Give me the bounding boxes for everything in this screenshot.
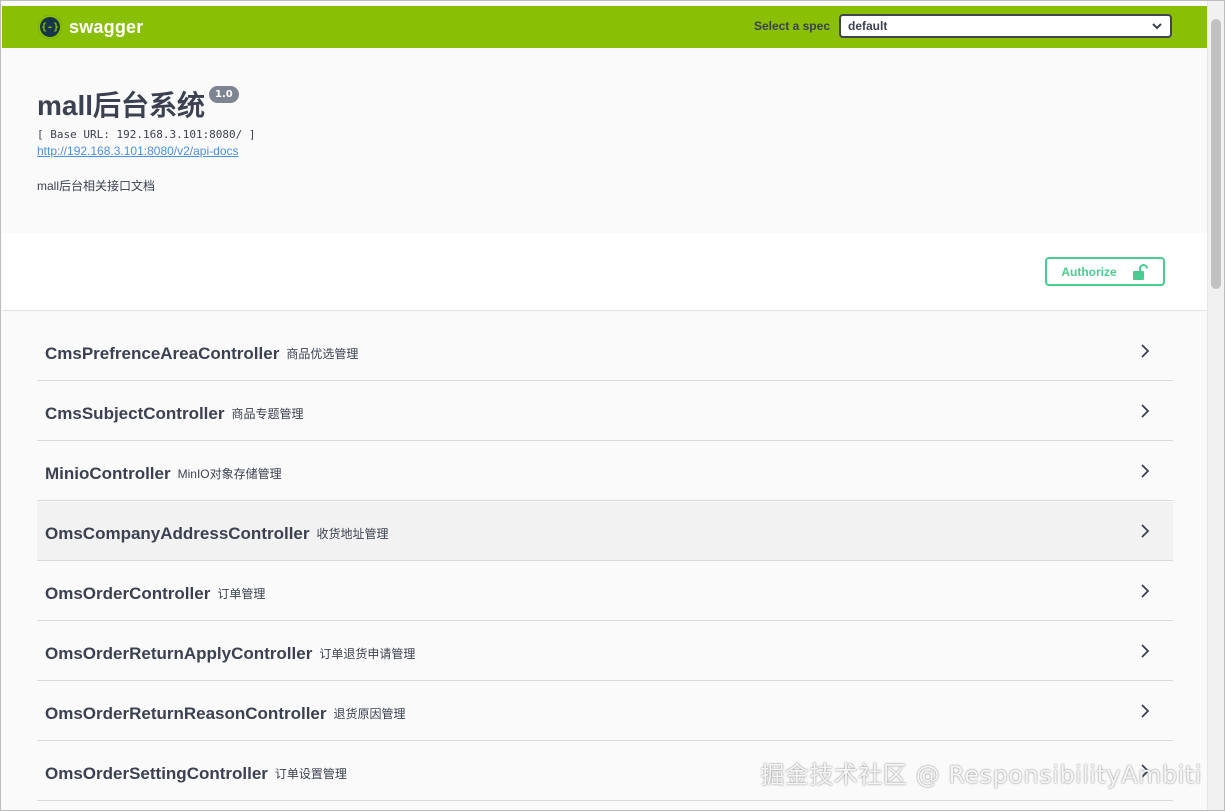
swagger-brand[interactable]: {-} swagger bbox=[38, 15, 143, 39]
title-row: mall后台系统 1.0 bbox=[37, 86, 239, 122]
tag-section[interactable]: CmsSubjectController 商品专题管理 bbox=[37, 382, 1173, 441]
chevron-right-icon bbox=[1141, 464, 1150, 478]
tag-name: OmsOrderController bbox=[45, 584, 211, 603]
chevron-down-icon bbox=[1152, 16, 1162, 43]
top-bar: {-} swagger Select a spec default bbox=[2, 6, 1208, 48]
spec-select[interactable]: default bbox=[839, 14, 1172, 38]
api-description: mall后台相关接口文档 bbox=[37, 179, 156, 193]
tag-description: 商品专题管理 bbox=[231, 406, 304, 421]
scheme-container: Authorize bbox=[2, 233, 1208, 311]
api-docs-link[interactable]: http://192.168.3.101:8080/v2/api-docs bbox=[37, 144, 239, 158]
tag-name: MinioController bbox=[45, 464, 171, 483]
tag-name: CmsPrefrenceAreaController bbox=[45, 344, 280, 363]
chevron-right-icon bbox=[1141, 644, 1150, 658]
spec-selector: Select a spec default bbox=[754, 14, 1172, 38]
tag-name: OmsOrderReturnApplyController bbox=[45, 644, 313, 663]
tag-section[interactable]: MinioController MinIO对象存储管理 bbox=[37, 442, 1173, 501]
tag-name: OmsOrderSettingController bbox=[45, 764, 268, 783]
swagger-window: {-} swagger Select a spec default mall后台… bbox=[0, 0, 1225, 811]
api-info: mall后台系统 1.0 [ Base URL: 192.168.3.101:8… bbox=[2, 48, 1208, 233]
brand-name: swagger bbox=[69, 16, 144, 37]
chevron-right-icon bbox=[1141, 704, 1150, 718]
scrollbar-thumb[interactable] bbox=[1211, 19, 1221, 289]
tag-name: CmsSubjectController bbox=[45, 404, 225, 423]
tag-section[interactable]: OmsOrderController 订单管理 bbox=[37, 562, 1173, 621]
tag-section[interactable]: OmsCompanyAddressController 收货地址管理 bbox=[37, 502, 1173, 561]
tag-name: OmsCompanyAddressController bbox=[45, 524, 310, 543]
vertical-scrollbar[interactable] bbox=[1207, 1, 1224, 810]
unlock-icon bbox=[1131, 263, 1149, 280]
chevron-right-icon bbox=[1141, 584, 1150, 598]
tag-section[interactable]: CmsPrefrenceAreaController 商品优选管理 bbox=[37, 322, 1173, 381]
tag-description: 订单退货申请管理 bbox=[319, 646, 416, 661]
spec-label: Select a spec bbox=[753, 19, 830, 33]
swagger-logo-icon: {-} bbox=[38, 15, 62, 39]
tag-description: 商品优选管理 bbox=[286, 346, 359, 361]
authorize-button[interactable]: Authorize bbox=[1045, 257, 1165, 286]
tag-description: 订单设置管理 bbox=[274, 766, 347, 781]
tag-section[interactable]: OmsOrderReturnApplyController 订单退货申请管理 bbox=[37, 622, 1173, 681]
tag-list: CmsPrefrenceAreaController 商品优选管理 CmsSub… bbox=[37, 322, 1173, 802]
tag-section[interactable]: OmsOrderReturnReasonController 退货原因管理 bbox=[37, 682, 1173, 741]
tag-description: 退货原因管理 bbox=[333, 706, 406, 721]
tag-description: 收货地址管理 bbox=[316, 526, 389, 541]
authorize-label: Authorize bbox=[1061, 264, 1117, 279]
chevron-right-icon bbox=[1141, 524, 1150, 538]
chevron-right-icon bbox=[1141, 404, 1150, 418]
tag-description: MinIO对象存储管理 bbox=[177, 466, 282, 481]
tag-name: OmsOrderReturnReasonController bbox=[45, 704, 327, 723]
base-url: [ Base URL: 192.168.3.101:8080/ ] bbox=[37, 128, 256, 141]
tag-description: 订单管理 bbox=[217, 586, 266, 601]
watermark: 掘金技术社区 @ ResponsibilityAmbiti bbox=[760, 761, 1202, 789]
version-badge: 1.0 bbox=[209, 86, 239, 103]
spec-select-value: default bbox=[848, 19, 888, 33]
chevron-right-icon bbox=[1141, 344, 1150, 358]
page-title: mall后台系统 bbox=[37, 90, 206, 121]
